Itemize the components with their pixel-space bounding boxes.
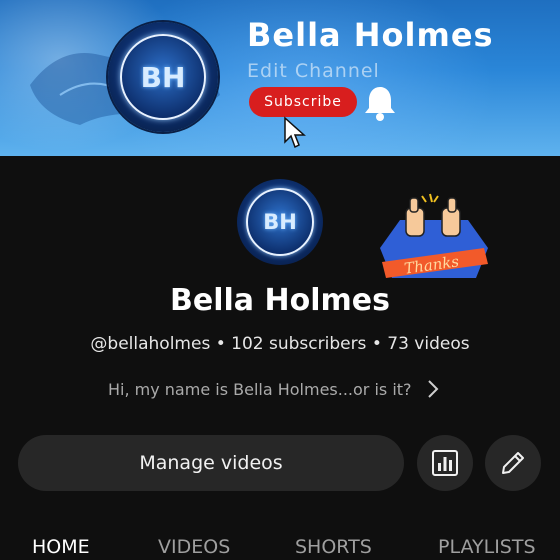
channel-meta: @bellaholmes • 102 subscribers • 73 vide… (90, 334, 470, 354)
banner-logo-text: BH (140, 60, 186, 94)
banner-channel-name: Bella Holmes (247, 16, 494, 54)
channel-tabs: HOME VIDEOS SHORTS PLAYLISTS (0, 530, 560, 560)
channel-name: Bella Holmes (170, 283, 390, 318)
channel-description-link[interactable]: Hi, my name is Bella Holmes...or is it? (108, 376, 440, 402)
thanks-sticker: Thanks (380, 193, 488, 278)
tab-playlists[interactable]: PLAYLISTS (438, 536, 536, 558)
tab-videos[interactable]: VIDEOS (158, 536, 230, 558)
pencil-icon (502, 452, 524, 474)
cursor-icon (284, 116, 306, 149)
banner-subscribe-button: Subscribe (249, 87, 357, 117)
tab-home[interactable]: HOME (32, 536, 90, 558)
banner-logo: BH (108, 22, 218, 132)
channel-description-text: Hi, my name is Bella Holmes...or is it? (108, 379, 412, 399)
tab-shorts[interactable]: SHORTS (295, 536, 372, 558)
chevron-right-icon (427, 380, 438, 398)
banner-edit-channel-text: Edit Channel (247, 60, 380, 82)
channel-banner: BH Bella Holmes Edit Channel Subscribe (0, 0, 560, 156)
bell-icon (365, 87, 395, 121)
channel-avatar[interactable]: BH (237, 179, 323, 265)
analytics-button[interactable] (417, 435, 473, 491)
manage-videos-button[interactable]: Manage videos (18, 435, 404, 491)
edit-channel-button[interactable] (485, 435, 541, 491)
avatar-logo-text: BH (263, 210, 297, 234)
analytics-icon (432, 450, 458, 476)
